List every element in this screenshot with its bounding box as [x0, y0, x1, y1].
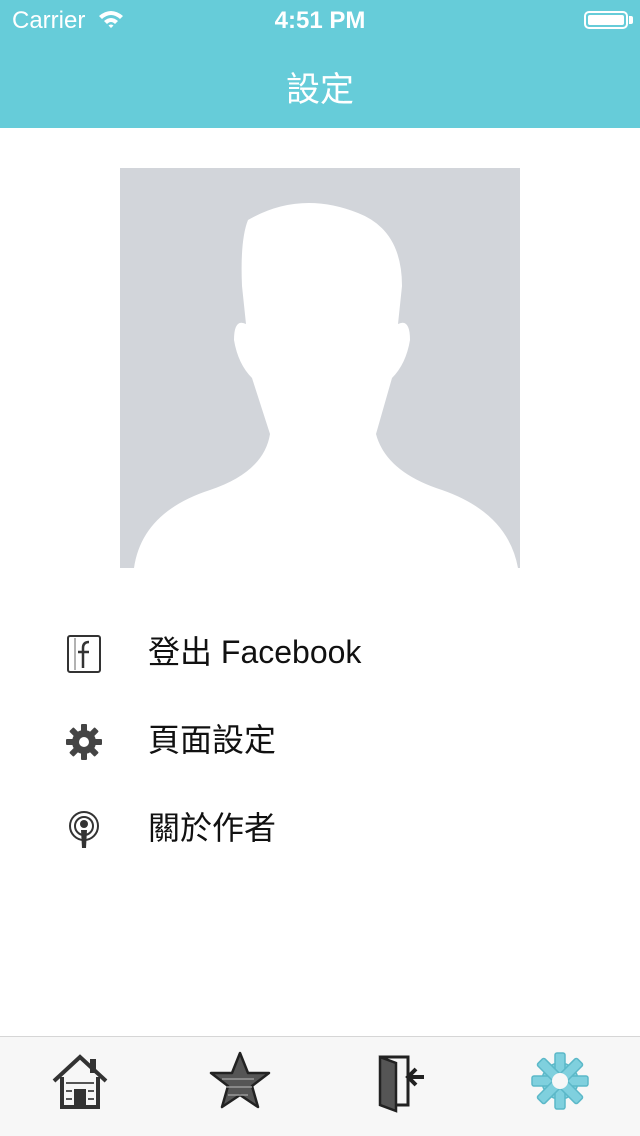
podcast-icon	[62, 808, 106, 852]
status-bar: Carrier 4:51 PM	[0, 0, 640, 40]
menu-item-about-author[interactable]: 關於作者	[0, 784, 640, 872]
tab-exit[interactable]	[320, 1049, 480, 1129]
tab-settings[interactable]	[480, 1049, 640, 1129]
page-title: 設定	[286, 71, 354, 109]
battery-icon	[584, 11, 628, 29]
gear-icon	[62, 720, 106, 764]
top-header: Carrier 4:51 PM 設定	[0, 0, 640, 128]
exit-door-icon	[378, 1055, 424, 1113]
battery-tip	[629, 16, 633, 24]
clock: 4:51 PM	[274, 7, 366, 34]
menu-item-label: 關於作者	[148, 810, 277, 846]
profile-avatar[interactable]	[120, 168, 520, 568]
home-icon	[52, 1054, 108, 1109]
star-icon	[209, 1051, 271, 1109]
menu-item-page-settings[interactable]: 頁面設定	[0, 696, 640, 784]
gear-icon	[531, 1052, 589, 1110]
facebook-icon	[62, 632, 106, 676]
menu-item-logout-facebook[interactable]: 登出 Facebook	[0, 608, 640, 696]
menu-item-label: 登出 Facebook	[148, 634, 362, 670]
person-silhouette-icon	[134, 203, 518, 568]
tab-bar	[0, 1036, 640, 1136]
tab-home[interactable]	[0, 1049, 160, 1129]
menu-item-label: 頁面設定	[148, 722, 277, 758]
tab-favorites[interactable]	[160, 1049, 320, 1129]
